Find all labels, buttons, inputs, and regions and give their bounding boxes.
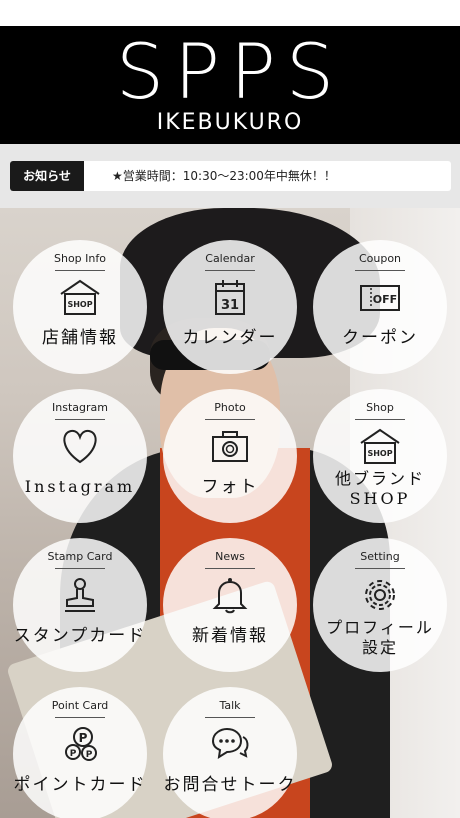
menu-shop-info-button[interactable]: Shop Info SHOP 店舗情報 xyxy=(13,240,147,374)
app-header: SPPS IKEBUKURO xyxy=(0,26,460,144)
divider xyxy=(355,270,405,271)
svg-text:31: 31 xyxy=(221,298,239,313)
chat-icon xyxy=(211,727,249,759)
heart-icon xyxy=(63,429,97,464)
stamp-icon xyxy=(65,578,95,612)
menu-photo-button[interactable]: Photo フォト xyxy=(163,389,297,523)
menu-coupon-button[interactable]: Coupon OFF クーポン xyxy=(313,240,447,374)
menu-label-en: Photo xyxy=(214,401,246,414)
notice-label: お知らせ xyxy=(10,161,84,191)
status-bar xyxy=(0,0,460,26)
brand-location: IKEBUKURO xyxy=(156,110,304,135)
menu-stamp-card-button[interactable]: Stamp Card スタンプカード xyxy=(13,538,147,672)
menu-label-jp: Instagram xyxy=(24,477,136,496)
menu-label-en: Point Card xyxy=(51,699,109,712)
divider xyxy=(55,568,105,569)
menu-label-jp: クーポン xyxy=(342,328,418,348)
menu-label-en: Talk xyxy=(219,699,241,712)
menu-label-jp: ポイントカード xyxy=(13,775,147,795)
divider xyxy=(355,568,405,569)
menu-label-en: Stamp Card xyxy=(47,550,113,563)
bell-icon xyxy=(212,578,248,614)
menu-label-en: Calendar xyxy=(205,252,255,265)
menu-label-jp: スタンプカード xyxy=(13,626,147,646)
divider xyxy=(205,568,255,569)
menu-label-jp: 新着情報 xyxy=(192,626,268,646)
divider xyxy=(205,270,255,271)
divider xyxy=(55,717,105,718)
divider xyxy=(355,419,405,420)
calendar-icon: 31 xyxy=(215,280,245,315)
menu-label-jp: フォト xyxy=(201,477,259,497)
brand-logo: SPPS xyxy=(115,27,345,116)
camera-icon xyxy=(212,431,248,462)
menu-setting-button[interactable]: Setting プロフィール 設定 xyxy=(313,538,447,672)
divider xyxy=(55,419,105,420)
notice-bar: お知らせ ★営業時間：10:30〜23:00年中無休！！ xyxy=(0,144,460,208)
svg-text:P: P xyxy=(79,731,88,745)
menu-point-card-button[interactable]: Point Card P P P ポイントカード xyxy=(13,687,147,818)
menu-news-button[interactable]: News 新着情報 xyxy=(163,538,297,672)
menu-label-en: Coupon xyxy=(358,252,402,265)
menu-label-jp: カレンダー xyxy=(182,328,278,348)
menu-label-jp: プロフィール 設定 xyxy=(326,618,434,657)
divider xyxy=(55,270,105,271)
notice-text: ★営業時間：10:30〜23:00年中無休！！ xyxy=(112,169,336,183)
menu-label-jp: お問合せトーク xyxy=(163,775,297,795)
divider xyxy=(205,419,255,420)
menu-label-jp: 店舗情報 xyxy=(42,328,118,348)
menu-brand-shop-button[interactable]: Shop SHOP 他ブランド SHOP xyxy=(313,389,447,523)
menu-label-en: Shop xyxy=(366,401,394,414)
coupon-icon: OFF xyxy=(360,285,400,311)
menu-label-en: Setting xyxy=(360,550,400,563)
shop-icon: SHOP xyxy=(360,428,400,464)
menu-label-en: Instagram xyxy=(52,401,108,414)
menu-label-jp: 他ブランド SHOP xyxy=(334,469,425,508)
svg-text:SHOP: SHOP xyxy=(67,300,92,309)
menu-label-en: News xyxy=(215,550,245,563)
menu-calendar-button[interactable]: Calendar 31 カレンダー xyxy=(163,240,297,374)
points-icon: P P P xyxy=(65,727,97,761)
svg-text:SHOP: SHOP xyxy=(367,449,392,458)
shop-icon: SHOP xyxy=(60,279,100,315)
notice-box[interactable]: お知らせ ★営業時間：10:30〜23:00年中無休！！ xyxy=(10,161,451,191)
menu-talk-button[interactable]: Talk お問合せトーク xyxy=(163,687,297,818)
menu-instagram-button[interactable]: Instagram Instagram xyxy=(13,389,147,523)
svg-text:OFF: OFF xyxy=(373,293,397,306)
divider xyxy=(205,717,255,718)
svg-text:P: P xyxy=(70,749,77,759)
svg-text:P: P xyxy=(86,750,93,760)
gear-icon xyxy=(365,580,395,610)
menu-label-en: Shop Info xyxy=(54,252,106,265)
